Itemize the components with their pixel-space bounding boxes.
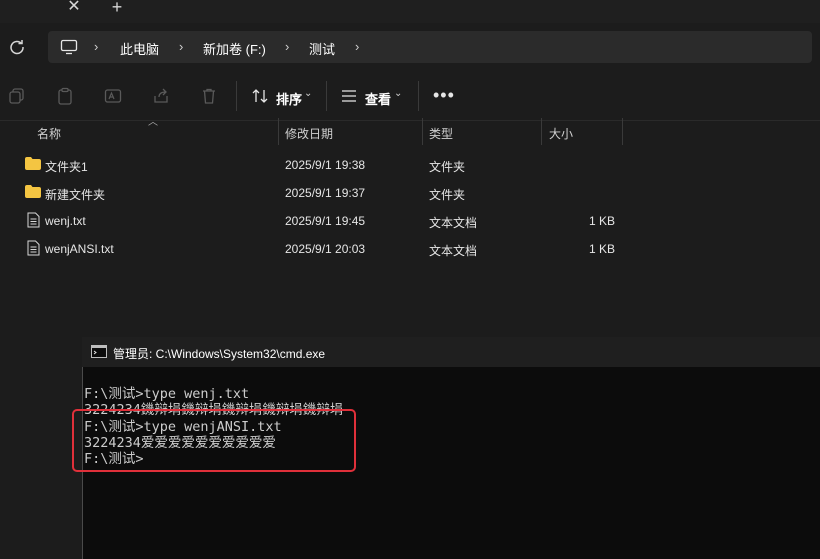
toolbar-divider (418, 81, 419, 111)
view-icon[interactable] (340, 87, 358, 105)
more-options-icon[interactable]: ••• (433, 85, 455, 106)
command-bar (0, 72, 820, 121)
breadcrumb-drive-f[interactable]: 新加卷 (F:) (203, 39, 266, 58)
column-divider[interactable] (541, 118, 542, 145)
file-modified: 2025/9/1 19:37 (285, 186, 366, 200)
toolbar-divider (236, 81, 237, 111)
file-modified: 2025/9/1 20:03 (285, 242, 366, 256)
cmd-window-title: 管理员: C:\Windows\System32\cmd.exe (113, 347, 326, 361)
sort-icon[interactable] (251, 87, 269, 105)
column-header-name[interactable]: 名称 (37, 125, 61, 142)
file-modified: 2025/9/1 19:38 (285, 158, 366, 172)
file-name: wenjANSI.txt (45, 242, 114, 256)
column-divider[interactable] (278, 118, 279, 145)
file-type: 文本文档 (429, 244, 478, 258)
breadcrumb-chevron-icon[interactable]: › (179, 39, 183, 54)
view-chevron-down-icon[interactable]: ⌄ (394, 88, 402, 99)
file-name: 新建文件夹 (45, 188, 106, 202)
file-size: 1 KB (588, 214, 615, 228)
new-tab-icon[interactable]: + (108, 0, 126, 17)
file-type: 文本文档 (429, 216, 478, 230)
breadcrumb-chevron-icon[interactable]: › (285, 39, 289, 54)
folder-icon (25, 185, 41, 198)
refresh-icon[interactable] (8, 38, 26, 56)
address-bar[interactable] (48, 31, 812, 63)
text-file-icon (27, 240, 40, 256)
sort-button[interactable]: 排序 (276, 89, 302, 108)
this-pc-icon[interactable] (60, 39, 78, 55)
file-size: 1 KB (588, 242, 615, 256)
paste-icon[interactable] (56, 87, 74, 105)
delete-icon[interactable] (200, 87, 218, 105)
column-header-type[interactable]: 类型 (429, 125, 453, 142)
text-file-icon (27, 212, 40, 228)
file-type: 文件夹 (429, 188, 466, 202)
toolbar-divider (326, 81, 327, 111)
column-divider[interactable] (622, 118, 623, 145)
cmd-app-icon (91, 345, 107, 358)
highlight-annotation-box (72, 409, 356, 472)
breadcrumb-chevron-icon[interactable]: › (355, 39, 359, 54)
file-name: wenj.txt (45, 214, 86, 228)
rename-icon[interactable] (104, 87, 122, 105)
file-name: 文件夹1 (45, 160, 88, 174)
folder-icon (25, 157, 41, 170)
file-modified: 2025/9/1 19:45 (285, 214, 366, 228)
view-button[interactable]: 查看 (365, 89, 391, 108)
close-tab-icon[interactable]: ✕ (66, 0, 82, 16)
sort-chevron-down-icon[interactable]: ⌄ (304, 88, 312, 99)
column-header-size[interactable]: 大小 (549, 125, 573, 142)
file-type: 文件夹 (429, 160, 466, 174)
breadcrumb-test-folder[interactable]: 测试 (309, 39, 335, 58)
column-divider[interactable] (422, 118, 423, 145)
column-header-modified[interactable]: 修改日期 (285, 125, 333, 142)
copy-icon[interactable] (8, 87, 26, 105)
breadcrumb-chevron-icon[interactable]: › (94, 39, 98, 54)
breadcrumb-this-pc[interactable]: 此电脑 (120, 39, 159, 58)
sort-indicator-icon: ︿ (148, 117, 158, 128)
share-icon[interactable] (152, 87, 170, 105)
